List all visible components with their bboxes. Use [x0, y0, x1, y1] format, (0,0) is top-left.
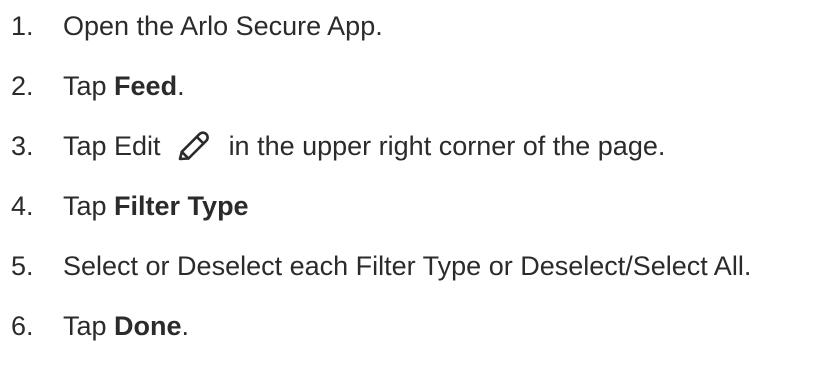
step-text: Tap [63, 311, 115, 341]
step-keyword-feed: Feed [114, 71, 178, 101]
step-number: 4. [11, 191, 34, 221]
step-number: 5. [11, 251, 34, 281]
step-3: 3. Tap Edit in the upper right corner of… [11, 127, 665, 165]
step-keyword-filter-type: Filter Type [114, 191, 249, 221]
step-text: Open the Arlo Secure App. [63, 11, 383, 41]
step-text: Tap [63, 191, 115, 221]
step-1: 1. Open the Arlo Secure App. [11, 7, 383, 45]
step-text: Tap Edit [63, 131, 161, 161]
step-number: 3. [11, 131, 34, 161]
step-2: 2. Tap Feed . [11, 67, 185, 105]
step-6: 6. Tap Done . [11, 307, 189, 345]
step-5: 5. Select or Deselect each Filter Type o… [11, 247, 751, 285]
step-text-cont: in the upper right corner of the page. [228, 131, 666, 161]
step-text-end: . [177, 71, 185, 101]
step-number: 1. [11, 11, 34, 41]
step-number: 6. [11, 311, 34, 341]
instruction-list: 1. Open the Arlo Secure App. 2. Tap Feed… [0, 0, 813, 372]
step-number: 2. [11, 71, 34, 101]
step-text-end: . [181, 311, 190, 341]
step-keyword-done: Done [114, 311, 182, 341]
step-4: 4. Tap Filter Type [11, 187, 249, 225]
pencil-icon [175, 128, 211, 164]
step-text: Select or Deselect each Filter Type or D… [63, 251, 752, 281]
step-text: Tap [63, 71, 115, 101]
